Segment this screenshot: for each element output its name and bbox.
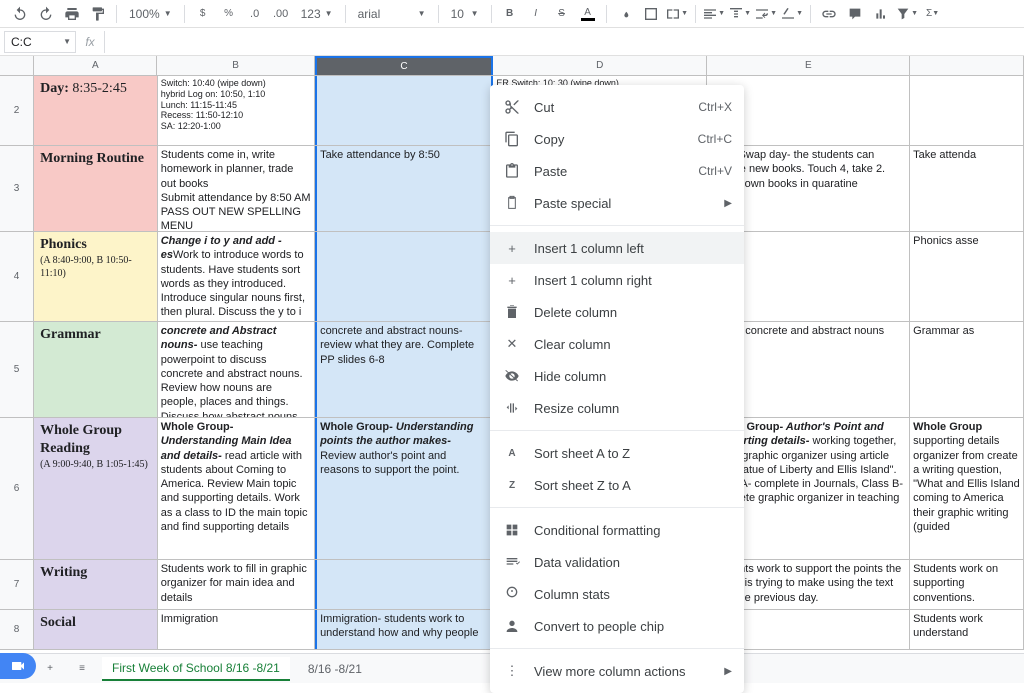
redo-icon[interactable]: [34, 2, 58, 26]
menu-people-chip[interactable]: Convert to people chip: [490, 610, 744, 642]
row-header[interactable]: 2: [0, 76, 34, 145]
cell[interactable]: Switch: 10:40 (wipe down)hybrid Log on: …: [158, 76, 315, 145]
rotate-icon[interactable]: ▼: [780, 2, 804, 26]
col-header-a[interactable]: A: [34, 56, 157, 75]
name-box[interactable]: C:C▼: [4, 31, 76, 53]
sheet-tab-other[interactable]: 8/16 -8/21: [298, 658, 372, 680]
cell[interactable]: Morning Routine: [34, 146, 158, 231]
menu-conditional-format[interactable]: Conditional formatting: [490, 514, 744, 546]
formula-bar[interactable]: [104, 31, 1024, 53]
row-header[interactable]: 7: [0, 560, 34, 609]
menu-copy[interactable]: CopyCtrl+C: [490, 123, 744, 155]
cell[interactable]: Social: [34, 610, 158, 649]
menu-clear-col[interactable]: ✕Clear column: [490, 328, 744, 360]
menu-insert-col-left[interactable]: +Insert 1 column left: [490, 232, 744, 264]
row-header[interactable]: 4: [0, 232, 34, 321]
all-sheets-icon[interactable]: ≡: [70, 657, 94, 681]
zoom-dropdown[interactable]: 100%▼: [123, 7, 178, 21]
menu-data-validation[interactable]: Data validation: [490, 546, 744, 578]
text-color-icon[interactable]: A: [576, 2, 600, 26]
italic-icon[interactable]: I: [524, 2, 548, 26]
link-icon[interactable]: [817, 2, 841, 26]
meet-button[interactable]: [0, 653, 36, 679]
decrease-decimal-icon[interactable]: .0: [243, 2, 267, 26]
col-header-c[interactable]: C: [315, 56, 493, 75]
col-header-b[interactable]: B: [157, 56, 314, 75]
column-headers: A B C D E: [0, 56, 1024, 76]
row-header[interactable]: 3: [0, 146, 34, 231]
cell[interactable]: Immigration: [158, 610, 315, 649]
cell[interactable]: [315, 560, 493, 609]
chart-icon[interactable]: [869, 2, 893, 26]
filter-icon[interactable]: ▼: [895, 2, 919, 26]
wrap-icon[interactable]: ▼: [754, 2, 778, 26]
cell[interactable]: Students come in, write homework in plan…: [158, 146, 315, 231]
col-header-d[interactable]: D: [493, 56, 707, 75]
toolbar: 100%▼ $ % .0 .00 123▼ arial▼ 10▼ B I S A…: [0, 0, 1024, 28]
row-header[interactable]: 8: [0, 610, 34, 649]
menu-sort-az[interactable]: ASort sheet A to Z: [490, 437, 744, 469]
cell[interactable]: [910, 76, 1024, 145]
row-header[interactable]: 6: [0, 418, 34, 559]
cell[interactable]: Whole Group Reading(A 9:00-9:40, B 1:05-…: [34, 418, 158, 559]
cell[interactable]: Phonics(A 8:40-9:00, B 10:50-11:10): [34, 232, 158, 321]
row-header[interactable]: 5: [0, 322, 34, 417]
font-dropdown[interactable]: arial▼: [352, 7, 432, 21]
cell[interactable]: Immigration- students work to understand…: [315, 610, 493, 649]
paint-format-icon[interactable]: [86, 2, 110, 26]
context-menu: CutCtrl+X CopyCtrl+C PasteCtrl+V Paste s…: [490, 85, 744, 693]
cell[interactable]: Grammar: [34, 322, 158, 417]
functions-icon[interactable]: Σ▼: [921, 2, 945, 26]
cell[interactable]: Take attenda: [910, 146, 1024, 231]
cell[interactable]: Phonics asse: [910, 232, 1024, 321]
halign-icon[interactable]: ▼: [702, 2, 726, 26]
cell[interactable]: Whole Group- Understanding Main Idea and…: [158, 418, 315, 559]
menu-more-actions[interactable]: ⋮View more column actions▶: [490, 655, 744, 687]
cell[interactable]: Whole Group supporting details organizer…: [910, 418, 1024, 559]
merge-icon[interactable]: ▼: [665, 2, 689, 26]
strikethrough-icon[interactable]: S: [550, 2, 574, 26]
comment-icon[interactable]: [843, 2, 867, 26]
valign-icon[interactable]: ▼: [728, 2, 752, 26]
increase-decimal-icon[interactable]: .00: [269, 2, 293, 26]
cell[interactable]: Writing: [34, 560, 158, 609]
sheet-tab-active[interactable]: First Week of School 8/16 -8/21: [102, 657, 290, 681]
cell[interactable]: Students work to fill in graphic organiz…: [158, 560, 315, 609]
borders-icon[interactable]: [639, 2, 663, 26]
cell[interactable]: concrete and Abstract nouns- use teachin…: [158, 322, 315, 417]
cell[interactable]: [315, 76, 493, 145]
formula-row: C:C▼ fx: [0, 28, 1024, 56]
cell[interactable]: Whole Group- Understanding points the au…: [315, 418, 493, 559]
currency-icon[interactable]: $: [191, 2, 215, 26]
print-icon[interactable]: [60, 2, 84, 26]
add-sheet-icon[interactable]: +: [38, 657, 62, 681]
cell[interactable]: Day: 8:35-2:45: [34, 76, 158, 145]
menu-resize-col[interactable]: Resize column: [490, 392, 744, 424]
menu-hide-col[interactable]: Hide column: [490, 360, 744, 392]
fx-icon: fx: [76, 35, 104, 49]
menu-cut[interactable]: CutCtrl+X: [490, 91, 744, 123]
cell[interactable]: Students work understand: [910, 610, 1024, 649]
menu-paste-special[interactable]: Paste special▶: [490, 187, 744, 219]
select-all-corner[interactable]: [0, 56, 34, 75]
cell[interactable]: [315, 232, 493, 321]
undo-icon[interactable]: [8, 2, 32, 26]
fontsize-dropdown[interactable]: 10▼: [445, 7, 485, 21]
menu-delete-col[interactable]: Delete column: [490, 296, 744, 328]
percent-icon[interactable]: %: [217, 2, 241, 26]
menu-column-stats[interactable]: Column stats: [490, 578, 744, 610]
cell[interactable]: Take attendance by 8:50: [315, 146, 493, 231]
cell[interactable]: Students work on supporting conventions.: [910, 560, 1024, 609]
menu-paste[interactable]: PasteCtrl+V: [490, 155, 744, 187]
col-header-e[interactable]: E: [707, 56, 910, 75]
cell[interactable]: concrete and abstract nouns- review what…: [315, 322, 493, 417]
menu-sort-za[interactable]: ZSort sheet Z to A: [490, 469, 744, 501]
bold-icon[interactable]: B: [498, 2, 522, 26]
col-header-f[interactable]: [910, 56, 1024, 75]
fill-color-icon[interactable]: [613, 2, 637, 26]
more-formats-dropdown[interactable]: 123▼: [295, 7, 339, 21]
cell[interactable]: Grammar as: [910, 322, 1024, 417]
menu-insert-col-right[interactable]: +Insert 1 column right: [490, 264, 744, 296]
cell[interactable]: Change i to y and add -esWork to introdu…: [158, 232, 315, 321]
